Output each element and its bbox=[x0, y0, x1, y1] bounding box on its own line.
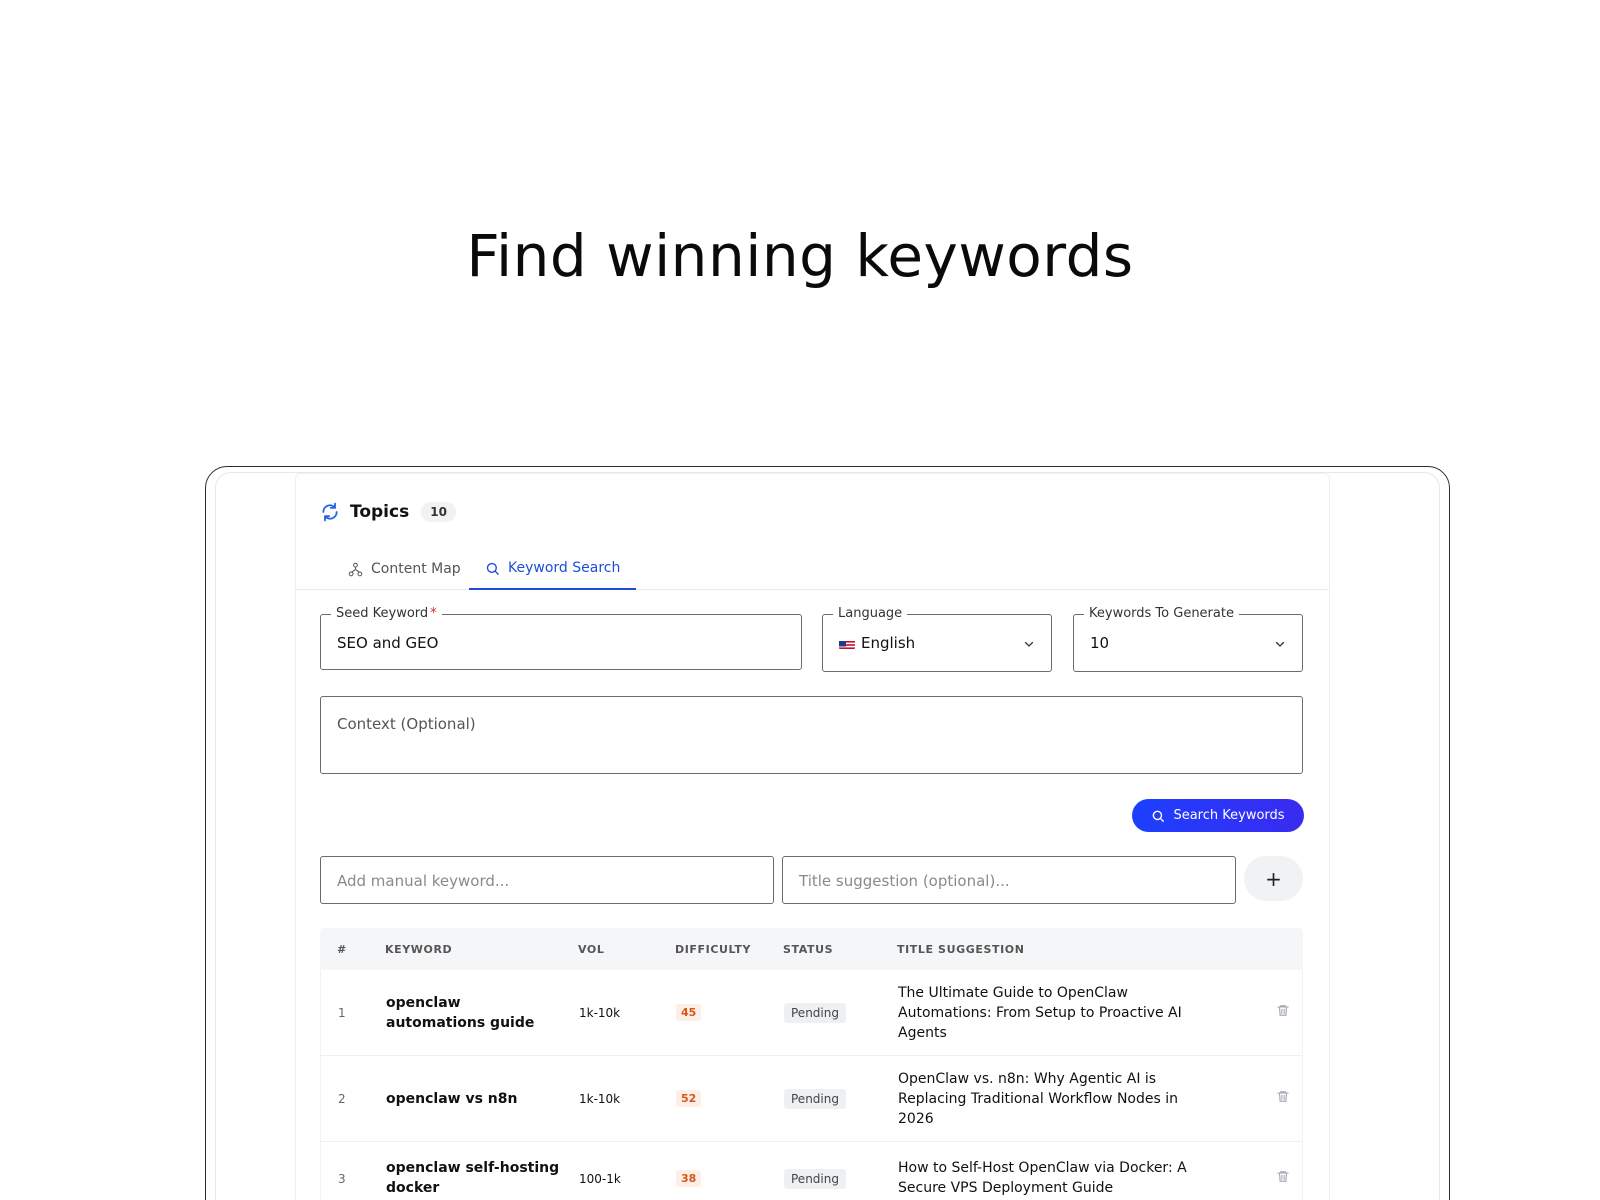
seed-keyword-label: Seed Keyword * bbox=[331, 606, 442, 622]
col-keyword[interactable]: KEYWORD bbox=[385, 943, 452, 956]
page-headline: Find winning keywords bbox=[466, 222, 1134, 290]
row-difficulty-badge: 45 bbox=[676, 1004, 702, 1021]
col-status[interactable]: STATUS bbox=[783, 943, 833, 956]
row-keyword: openclaw automations guide bbox=[386, 995, 535, 1031]
search-keywords-label: Search Keywords bbox=[1173, 808, 1285, 823]
manual-keyword-input[interactable]: Add manual keyword... bbox=[320, 856, 774, 904]
refresh-icon[interactable] bbox=[320, 502, 340, 522]
language-value-wrap: English bbox=[839, 634, 915, 652]
chevron-down-icon bbox=[1024, 641, 1034, 647]
row-keyword: openclaw vs n8n bbox=[386, 1091, 518, 1107]
row-volume: 1k-10k bbox=[579, 1006, 621, 1020]
keywords-count-value: 10 bbox=[1090, 634, 1110, 652]
manual-keyword-placeholder: Add manual keyword... bbox=[337, 872, 510, 890]
keywords-table: # KEYWORD VOL DIFFICULTY STATUS TITLE SU… bbox=[320, 928, 1303, 1200]
topics-count-badge: 10 bbox=[421, 502, 456, 522]
language-select[interactable]: Language English bbox=[822, 606, 1052, 672]
seed-keyword-field[interactable]: Seed Keyword * SEO and GEO bbox=[320, 606, 802, 670]
row-difficulty-badge: 52 bbox=[676, 1090, 702, 1107]
seed-keyword-value: SEO and GEO bbox=[337, 634, 439, 652]
table-row[interactable]: 1 openclaw automations guide 1k-10k 45 P… bbox=[320, 970, 1303, 1056]
language-label: Language bbox=[833, 606, 908, 622]
row-title-suggestion: The Ultimate Guide to OpenClaw Automatio… bbox=[898, 985, 1182, 1041]
title-suggestion-placeholder: Title suggestion (optional)... bbox=[799, 872, 1010, 890]
context-placeholder: Context (Optional) bbox=[337, 715, 476, 733]
trash-icon[interactable] bbox=[1276, 1089, 1290, 1108]
keywords-count-label: Keywords To Generate bbox=[1084, 606, 1239, 622]
search-icon bbox=[486, 562, 499, 575]
col-number: # bbox=[337, 943, 347, 956]
language-value: English bbox=[861, 634, 916, 652]
table-header: # KEYWORD VOL DIFFICULTY STATUS TITLE SU… bbox=[320, 928, 1303, 970]
search-keywords-button[interactable]: Search Keywords bbox=[1132, 799, 1304, 832]
context-textarea[interactable]: Context (Optional) bbox=[320, 696, 1303, 774]
row-keyword: openclaw self-hosting docker bbox=[386, 1160, 560, 1196]
row-number: 2 bbox=[338, 1092, 346, 1106]
add-keyword-button[interactable]: + bbox=[1244, 856, 1303, 901]
row-number: 1 bbox=[338, 1006, 346, 1020]
tab-content-map[interactable]: Content Map bbox=[332, 548, 477, 590]
topics-header: Topics 10 bbox=[320, 500, 456, 524]
row-volume: 100-1k bbox=[579, 1172, 621, 1186]
trash-icon[interactable] bbox=[1276, 1169, 1290, 1188]
row-title-suggestion: OpenClaw vs. n8n: Why Agentic AI is Repl… bbox=[898, 1071, 1178, 1127]
tab-keyword-search[interactable]: Keyword Search bbox=[469, 548, 637, 590]
chevron-down-icon bbox=[1275, 641, 1285, 647]
col-title-suggestion: TITLE SUGGESTION bbox=[897, 943, 1025, 956]
col-difficulty[interactable]: DIFFICULTY bbox=[675, 943, 751, 956]
tab-bar: Content Map Keyword Search bbox=[296, 548, 1329, 590]
tab-content-map-label: Content Map bbox=[371, 561, 461, 577]
row-difficulty-badge: 38 bbox=[676, 1170, 702, 1187]
table-row[interactable]: 3 openclaw self-hosting docker 100-1k 38… bbox=[320, 1142, 1303, 1200]
col-volume[interactable]: VOL bbox=[578, 943, 604, 956]
title-suggestion-input[interactable]: Title suggestion (optional)... bbox=[782, 856, 1236, 904]
tab-keyword-search-label: Keyword Search bbox=[508, 560, 621, 576]
search-icon bbox=[1153, 810, 1165, 822]
row-status-badge: Pending bbox=[784, 1169, 846, 1189]
row-volume: 1k-10k bbox=[579, 1092, 621, 1106]
row-number: 3 bbox=[338, 1172, 346, 1186]
sitemap-icon bbox=[348, 562, 363, 576]
table-row[interactable]: 2 openclaw vs n8n 1k-10k 52 Pending Open… bbox=[320, 1056, 1303, 1142]
keywords-count-select[interactable]: Keywords To Generate 10 bbox=[1073, 606, 1303, 672]
row-status-badge: Pending bbox=[784, 1089, 846, 1109]
us-flag-icon bbox=[839, 638, 855, 649]
row-status-badge: Pending bbox=[784, 1003, 846, 1023]
row-title-suggestion: How to Self-Host OpenClaw via Docker: A … bbox=[898, 1160, 1187, 1196]
topics-title: Topics bbox=[350, 502, 410, 522]
required-marker: * bbox=[430, 606, 437, 621]
trash-icon[interactable] bbox=[1276, 1003, 1290, 1022]
